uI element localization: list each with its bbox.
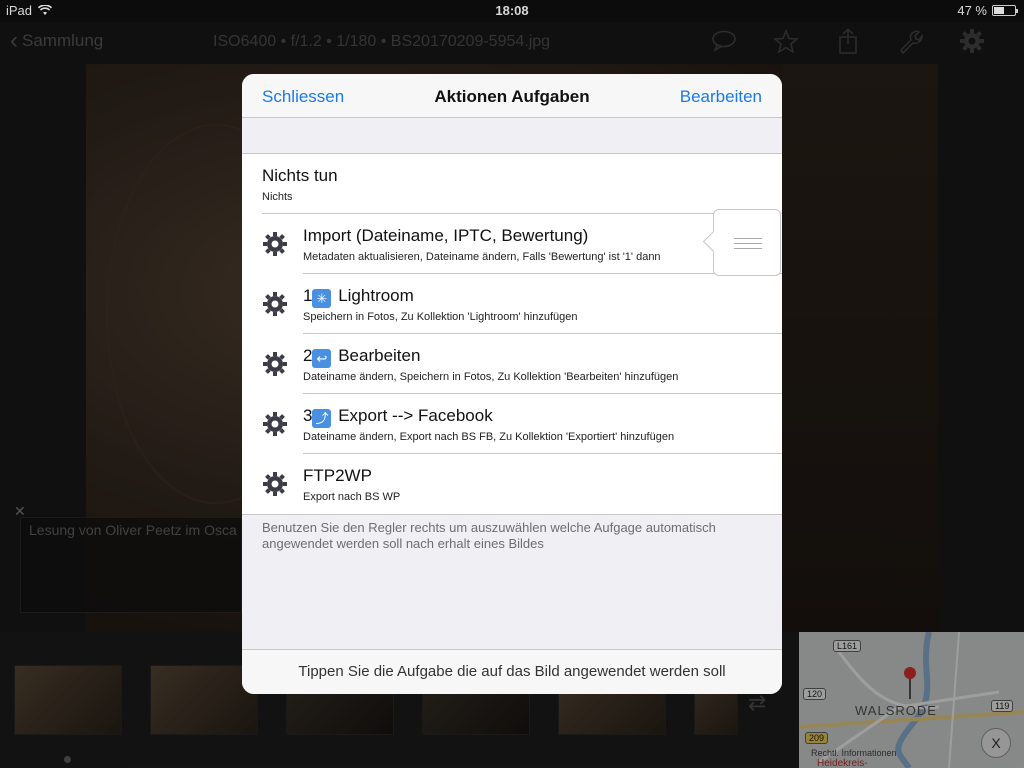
list-item[interactable]: 3 ⤴ Export --> Facebook Dateiname ändern,… xyxy=(242,394,782,454)
up-arrow-emoji-icon: ⤴ xyxy=(312,409,332,428)
list-item[interactable]: Nichts tun Nichts xyxy=(242,154,782,214)
edit-button[interactable]: Bearbeiten xyxy=(680,87,762,107)
item-subtitle: Dateiname ändern, Speichern in Fotos, Zu… xyxy=(303,371,679,383)
actions-modal: Schliessen Aktionen Aufgaben Bearbeiten … xyxy=(242,74,782,694)
item-subtitle: Metadaten aktualisieren, Dateiname änder… xyxy=(303,251,661,263)
gear-icon xyxy=(263,472,287,496)
modal-header: Schliessen Aktionen Aufgaben Bearbeiten xyxy=(242,74,782,118)
asterisk-emoji-icon: ✳ xyxy=(312,289,332,308)
status-bar: iPad 18:08 47 % xyxy=(0,0,1024,22)
bottom-hint-bar: Tippen Sie die Aufgabe die auf das Bild … xyxy=(242,649,782,694)
item-title: 1 ✳ Lightroom xyxy=(303,286,414,308)
gear-icon xyxy=(263,292,287,316)
item-subtitle: Nichts xyxy=(262,191,293,203)
battery-icon xyxy=(992,5,1018,16)
list-item[interactable]: 1 ✳ Lightroom Speichern in Fotos, Zu Koll… xyxy=(242,274,782,334)
footer-note: Benutzen Sie den Regler rechts um auszuw… xyxy=(262,520,716,551)
screen: iPad 18:08 47 % ‹ Sammlung ISO6400 • f/1… xyxy=(0,0,1024,768)
return-arrow-emoji-icon: ↩ xyxy=(312,349,332,368)
gear-icon xyxy=(263,412,287,436)
item-title: Nichts tun xyxy=(262,166,338,185)
gear-icon xyxy=(263,352,287,376)
item-title: 2 ↩ Bearbeiten xyxy=(303,346,421,368)
item-subtitle: Speichern in Fotos, Zu Kollektion 'Light… xyxy=(303,311,578,323)
reorder-handle[interactable] xyxy=(713,209,781,276)
item-title: Import (Dateiname, IPTC, Bewertung) xyxy=(303,226,589,245)
reorder-icon xyxy=(734,238,762,253)
item-subtitle: Export nach BS WP xyxy=(303,491,401,503)
battery-percent: 47 % xyxy=(957,3,987,18)
clock: 18:08 xyxy=(495,3,529,18)
item-title: 3 ⤴ Export --> Facebook xyxy=(303,406,493,428)
item-title: FTP2WP xyxy=(303,466,372,485)
list-item[interactable]: 2 ↩ Bearbeiten Dateiname ändern, Speicher… xyxy=(242,334,782,394)
gear-icon xyxy=(263,232,287,256)
item-subtitle: Dateiname ändern, Export nach BS FB, Zu … xyxy=(303,431,675,443)
bottom-hint: Tippen Sie die Aufgabe die auf das Bild … xyxy=(298,663,726,680)
close-button[interactable]: Schliessen xyxy=(262,87,344,107)
action-list: Nichts tun Nichts Import (Dateiname, IPT… xyxy=(242,153,782,515)
list-item[interactable]: Import (Dateiname, IPTC, Bewertung) Meta… xyxy=(242,214,782,274)
list-item[interactable]: FTP2WP Export nach BS WP xyxy=(242,454,782,514)
